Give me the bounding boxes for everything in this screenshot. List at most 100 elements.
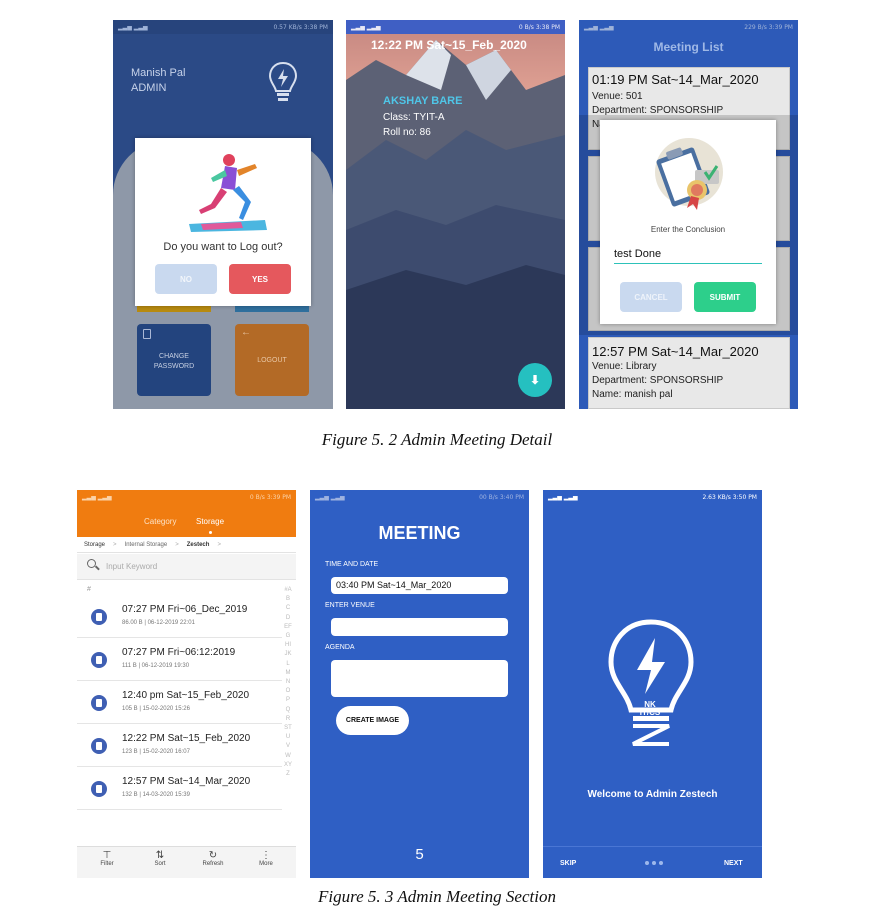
file-icon [91, 781, 107, 797]
signal-icon: ▂▃▅ ▂▃▅ [118, 23, 148, 31]
meeting-venue: Venue: Library [592, 361, 657, 372]
more-button[interactable]: ⋮ More [248, 850, 284, 867]
photo-timestamp: 12:22 PM Sat~15_Feb_2020 [371, 38, 527, 52]
list-item[interactable]: 12:40 pm Sat~15_Feb_2020 105 B | 15-02-2… [77, 681, 282, 724]
create-image-button[interactable]: CREATE IMAGE [336, 706, 409, 735]
welcome-text: Welcome to Admin Zestech [587, 789, 718, 800]
status-bar: ▂▃▅ ▂▃▅ 0.57 KB/s 3:38 PM [113, 20, 333, 34]
file-meta: 123 B | 15-02-2020 16:07 [122, 749, 190, 755]
class-line: Class: TYIT-A [383, 112, 445, 123]
page-dots [645, 861, 663, 865]
list-item[interactable]: 07:27 PM Fri~06:12:2019 111 B | 06-12-20… [77, 638, 282, 681]
clipboard-approval-illustration-icon [655, 138, 723, 210]
search-input[interactable]: Input Keyword [106, 562, 157, 571]
figure-caption-1: Figure 5. 2 Admin Meeting Detail [321, 430, 553, 449]
tab-storage[interactable]: Storage [196, 517, 224, 526]
clipboard-icon [143, 329, 151, 339]
meeting-name: Name: manish pal [592, 389, 673, 400]
user-name: Manish Pal [131, 67, 186, 79]
filter-icon: ⊤ [102, 850, 112, 861]
signal-icon: ▂▃▅ ▂▃▅ [82, 493, 112, 501]
file-name: 12:40 pm Sat~15_Feb_2020 [122, 690, 250, 701]
meeting-form-screen: ▂▃▅ ▂▃▅ 00 B/s 3:40 PM MEETING TIME AND … [310, 490, 529, 878]
file-meta: 132 B | 14-03-2020 15:39 [122, 792, 190, 798]
agenda-label: AGENDA [325, 644, 355, 651]
signal-icon: ▂▃▅ ▂▃▅ [315, 493, 345, 501]
file-name: 12:57 PM Sat~14_Mar_2020 [122, 776, 251, 787]
meeting-card-4[interactable]: 12:57 PM Sat~14_Mar_2020 Venue: Library … [588, 337, 790, 409]
meeting-list-title: Meeting List [653, 40, 724, 54]
refresh-label: Refresh [202, 861, 224, 867]
photo-screen: ▂▃▅ ▂▃▅ 0 B/s 3:38 PM 12:22 PM Sat~15_Fe… [346, 20, 565, 409]
file-list: 07:27 PM Fri~06_Dec_2019 86.00 B | 06-12… [77, 595, 296, 812]
list-item[interactable]: 12:57 PM Sat~14_Mar_2020 132 B | 14-03-2… [77, 767, 282, 810]
breadcrumb-item[interactable]: Zestech [187, 542, 210, 548]
filter-button[interactable]: ⊤ Filter [89, 850, 125, 867]
submit-button[interactable]: SUBMIT [694, 282, 756, 312]
download-fab[interactable]: ⬇ [518, 363, 552, 397]
page-dot [652, 861, 656, 865]
search-bar[interactable]: Input Keyword [77, 554, 296, 580]
time-date-field[interactable]: 03:40 PM Sat~14_Mar_2020 [331, 577, 508, 594]
refresh-button[interactable]: ↻ Refresh [195, 850, 231, 867]
logout-dialog: Do you want to Log out? NO YES [135, 138, 311, 306]
next-button[interactable]: NEXT [724, 860, 743, 867]
list-item[interactable]: 07:27 PM Fri~06_Dec_2019 86.00 B | 06-12… [77, 595, 282, 638]
download-icon: ⬇ [529, 373, 541, 387]
sort-icon: ⇅ [155, 850, 165, 861]
signal-icon: ▂▃▅ ▂▃▅ [351, 23, 381, 31]
status-bar: ▂▃▅ ▂▃▅ 0 B/s 3:38 PM [346, 20, 565, 34]
meeting-list-screen: ▂▃▅ ▂▃▅ 229 B/s 3:39 PM Meeting List 01:… [579, 20, 798, 409]
file-meta: 86.00 B | 06-12-2019 22:01 [122, 620, 195, 626]
breadcrumb-item[interactable]: Storage [84, 542, 105, 548]
breadcrumb-item[interactable]: Internal Storage [125, 542, 168, 548]
file-meta: 105 B | 15-02-2020 15:26 [122, 706, 190, 712]
list-item[interactable]: 12:22 PM Sat~15_Feb_2020 123 B | 15-02-2… [77, 724, 282, 767]
signal-icon: ▂▃▅ ▂▃▅ [584, 23, 614, 31]
file-meta: 111 B | 06-12-2019 19:30 [122, 663, 190, 669]
conclusion-dialog: Enter the Conclusion test Done CANCEL SU… [600, 120, 776, 324]
meeting-department: Department: SPONSORSHIP [592, 375, 724, 386]
storage-screen: ▂▃▅ ▂▃▅ 0 B/s 3:39 PM Category Storage S… [77, 490, 296, 878]
status-bar: ▂▃▅ ▂▃▅ 0 B/s 3:39 PM [82, 493, 291, 501]
logo-text: NK IT/CS [639, 700, 661, 717]
file-icon [91, 695, 107, 711]
page-number: 5 [415, 846, 424, 863]
agenda-field[interactable] [331, 660, 508, 697]
change-password-tile[interactable]: CHANGE PASSWORD [137, 324, 211, 396]
arrow-left-icon: ← [241, 327, 251, 338]
more-vertical-icon: ⋮ [261, 850, 271, 861]
no-button[interactable]: NO [155, 264, 217, 294]
file-name: 12:22 PM Sat~15_Feb_2020 [122, 733, 251, 744]
dialog-question: Do you want to Log out? [163, 241, 283, 253]
status-bar: ▂▃▅ ▂▃▅ 2.63 KB/s 3:50 PM [548, 493, 757, 501]
runner-illustration-icon [189, 154, 267, 232]
venue-field[interactable] [331, 618, 508, 636]
file-icon [91, 652, 107, 668]
tab-category[interactable]: Category [144, 517, 176, 526]
tab-indicator [209, 531, 212, 534]
welcome-screen: ▂▃▅ ▂▃▅ 2.63 KB/s 3:50 PM NK IT/CS Welco… [543, 490, 762, 878]
conclusion-input[interactable]: test Done [614, 248, 762, 264]
bottom-toolbar: ⊤ Filter ⇅ Sort ↻ Refresh ⋮ More [77, 846, 296, 878]
logout-tile-label: LOGOUT [257, 357, 287, 364]
chevron-right-icon: > [217, 541, 221, 548]
alphabet-index[interactable]: #ABCDEFGHIJKLMNOPQRSTUVWXYZ [284, 586, 292, 836]
logout-tile[interactable]: ← LOGOUT [235, 324, 309, 396]
filter-label: Filter [100, 861, 114, 867]
section-hash-label: # [87, 586, 91, 593]
search-icon-handle [95, 565, 100, 571]
mountain-background-image [346, 20, 565, 409]
meeting-venue: Venue: 501 [592, 91, 643, 102]
page-dot [659, 861, 663, 865]
sort-button[interactable]: ⇅ Sort [142, 850, 178, 867]
refresh-icon: ↻ [208, 850, 218, 861]
meeting-time: 01:19 PM Sat~14_Mar_2020 [592, 72, 759, 87]
time-date-label: TIME AND DATE [325, 561, 379, 568]
yes-button[interactable]: YES [229, 264, 291, 294]
cancel-button[interactable]: CANCEL [620, 282, 682, 312]
conclusion-prompt: Enter the Conclusion [650, 225, 726, 234]
roll-line: Roll no: 86 [383, 127, 431, 138]
status-bar: ▂▃▅ ▂▃▅ 00 B/s 3:40 PM [315, 493, 524, 501]
skip-button[interactable]: SKIP [560, 860, 576, 867]
